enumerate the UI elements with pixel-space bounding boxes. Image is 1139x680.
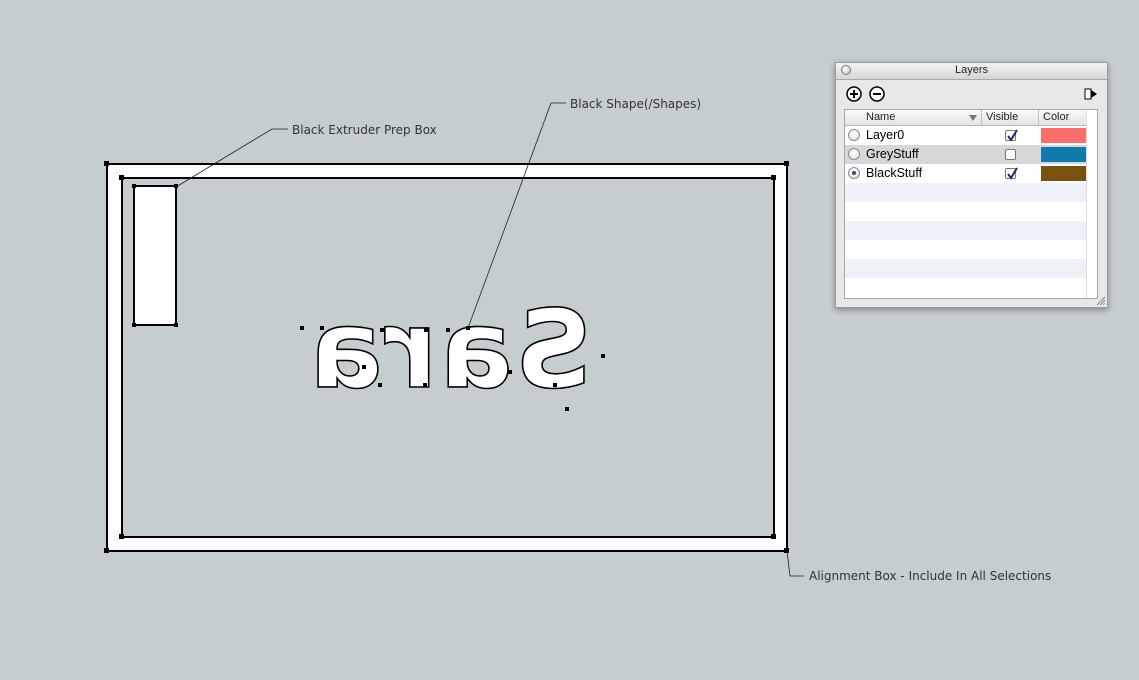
color-column-header[interactable]: Color	[1043, 111, 1069, 123]
alignment-box-label: Alignment Box - Include In All Selection…	[809, 569, 1052, 583]
empty-row	[845, 278, 1087, 297]
active-layer-radio[interactable]	[848, 148, 860, 160]
name-column-header[interactable]: Name	[866, 111, 895, 123]
layers-scrollbar[interactable]	[1086, 110, 1097, 298]
shape-label: Black Shape(/Shapes)	[570, 97, 702, 111]
layers-titlebar[interactable]: Layers	[836, 63, 1107, 80]
layer-row[interactable]: Layer0	[845, 126, 1087, 145]
layers-toolbar	[836, 80, 1107, 108]
layer-color-swatch[interactable]	[1041, 166, 1086, 181]
layer-name[interactable]: BlackStuff	[866, 166, 922, 180]
layers-table-header: Name Visible Color	[845, 110, 1097, 126]
minus-circle-icon[interactable]	[869, 86, 885, 102]
layer-row[interactable]: GreyStuff	[845, 145, 1087, 164]
layers-table: Name Visible Color Layer0 GreyStuff Blac…	[844, 109, 1098, 299]
details-arrow-icon[interactable]	[1084, 87, 1100, 103]
resize-grip-icon[interactable]	[1095, 295, 1105, 305]
extruder-prep-box[interactable]	[133, 185, 177, 326]
visible-checkbox[interactable]	[1005, 167, 1018, 180]
plus-circle-icon[interactable]	[846, 86, 862, 102]
layer-color-swatch[interactable]	[1041, 147, 1086, 162]
alignment-leader	[786, 550, 804, 577]
layers-panel: Layers Name Visible Color Layer0 GreyStu…	[835, 62, 1108, 308]
sort-arrow-icon[interactable]	[969, 115, 977, 121]
active-layer-radio[interactable]	[848, 167, 860, 179]
empty-row	[845, 259, 1087, 278]
visible-column-header[interactable]: Visible	[986, 111, 1018, 123]
empty-row	[845, 221, 1087, 240]
layer-color-swatch[interactable]	[1041, 128, 1086, 143]
visible-checkbox[interactable]	[1005, 129, 1018, 142]
prep-box-label: Black Extruder Prep Box	[292, 123, 437, 137]
active-layer-radio[interactable]	[848, 129, 860, 141]
svg-text:Sara: Sara	[308, 288, 593, 413]
black-shape-text[interactable]: Sara	[307, 287, 593, 414]
layers-title: Layers	[954, 64, 989, 76]
empty-row	[845, 240, 1087, 259]
visible-checkbox[interactable]	[1005, 149, 1016, 160]
layer-name[interactable]: GreyStuff	[866, 147, 919, 161]
layer-row[interactable]: BlackStuff	[845, 164, 1087, 183]
empty-row	[845, 183, 1087, 202]
empty-row	[845, 202, 1087, 221]
layer-name[interactable]: Layer0	[866, 128, 904, 142]
